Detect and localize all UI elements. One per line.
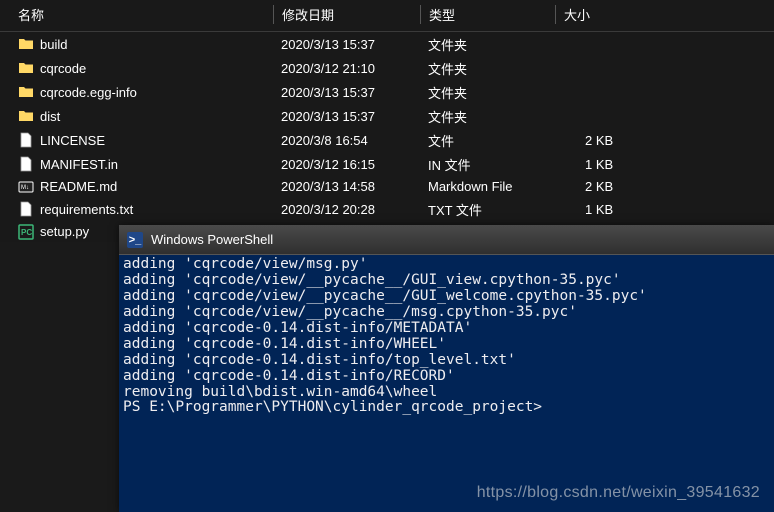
file-row[interactable]: cqrcode.egg-info 2020/3/13 15:37文件夹 [0,80,774,104]
file-name: dist [40,109,60,124]
file-row[interactable]: LINCENSE 2020/3/8 16:54文件2 KB [0,128,774,152]
file-type: 文件夹 [420,83,555,102]
file-name: MANIFEST.in [40,157,118,172]
file-row[interactable]: cqrcode 2020/3/12 21:10文件夹 [0,56,774,80]
py-icon: PC [18,224,34,240]
file-date: 2020/3/12 20:28 [273,202,420,217]
file-date: 2020/3/13 15:37 [273,37,420,52]
file-explorer: 名称 修改日期 类型 大小 build2020/3/13 15:37文件夹cqr… [0,0,774,242]
file-type: 文件夹 [420,107,555,126]
file-date: 2020/3/12 16:15 [273,157,420,172]
file-date: 2020/3/8 16:54 [273,133,420,148]
file-date: 2020/3/12 21:10 [273,61,420,76]
powershell-window[interactable]: >_ Windows PowerShell adding 'cqrcode/vi… [119,225,774,512]
header-size[interactable]: 大小 [555,5,655,24]
file-type: 文件夹 [420,35,555,54]
file-type: 文件 [420,131,555,150]
file-type: 文件夹 [420,59,555,78]
svg-text:PC: PC [21,228,32,237]
md-icon: M↓ [18,179,34,195]
file-row[interactable]: requirements.txt 2020/3/12 20:28TXT 文件1 K… [0,197,774,221]
powershell-titlebar[interactable]: >_ Windows PowerShell [119,225,774,255]
file-size: 1 KB [555,202,655,217]
file-size: 1 KB [555,157,655,172]
folder-icon [18,84,34,100]
file-icon [18,132,34,148]
folder-icon [18,36,34,52]
file-name: build [40,37,67,52]
powershell-icon: >_ [127,232,143,248]
file-date: 2020/3/13 14:58 [273,179,420,194]
folder-icon [18,108,34,124]
folder-icon [18,60,34,76]
header-name[interactable]: 名称 [0,5,273,24]
column-headers: 名称 修改日期 类型 大小 [0,0,774,32]
header-date[interactable]: 修改日期 [273,5,420,24]
svg-text:M↓: M↓ [21,185,29,191]
file-icon [18,156,34,172]
file-name: setup.py [40,224,89,239]
file-name: cqrcode.egg-info [40,85,137,100]
file-type: TXT 文件 [420,200,555,219]
header-type[interactable]: 类型 [420,5,555,24]
powershell-output[interactable]: adding 'cqrcode/view/msg.py' adding 'cqr… [119,255,774,418]
file-row[interactable]: dist 2020/3/13 15:37文件夹 [0,104,774,128]
file-size: 2 KB [555,179,655,194]
file-size: 2 KB [555,133,655,148]
file-date: 2020/3/13 15:37 [273,85,420,100]
file-row[interactable]: build 2020/3/13 15:37文件夹 [0,32,774,56]
watermark: https://blog.csdn.net/weixin_39541632 [477,484,760,502]
file-name: README.md [40,179,117,194]
file-icon [18,201,34,217]
file-name: LINCENSE [40,133,105,148]
file-row[interactable]: MANIFEST.in 2020/3/12 16:15IN 文件1 KB [0,152,774,176]
file-name: cqrcode [40,61,86,76]
file-row[interactable]: M↓ README.md 2020/3/13 14:58Markdown File2… [0,176,774,197]
file-name: requirements.txt [40,202,133,217]
file-type: Markdown File [420,179,555,194]
file-date: 2020/3/13 15:37 [273,109,420,124]
powershell-title: Windows PowerShell [151,232,273,247]
file-type: IN 文件 [420,155,555,174]
